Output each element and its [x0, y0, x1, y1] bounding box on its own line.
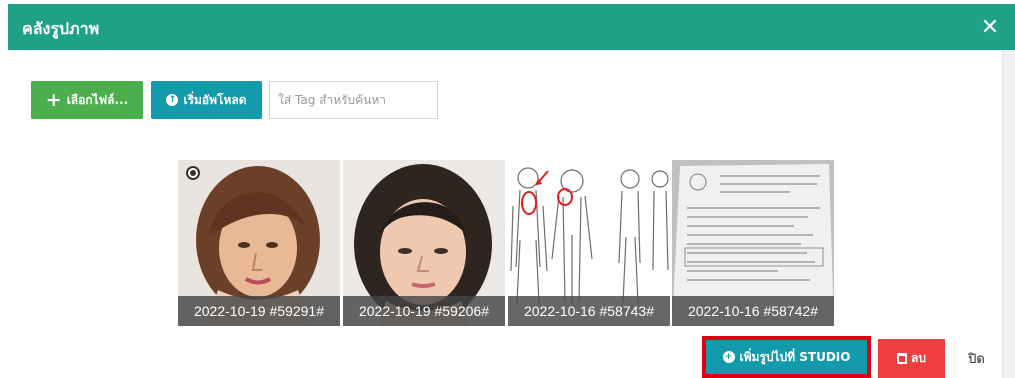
close-button[interactable]: ปิด	[954, 339, 998, 378]
thumbnail-caption: 2022-10-16 #58742#	[672, 296, 834, 326]
gallery-thumbnail[interactable]: 2022-10-16 #58742#	[672, 160, 834, 326]
add-to-studio-label: เพิ่มรูปไปที่ STUDIO	[739, 349, 851, 364]
modal-header: คลังรูปภาพ ✕	[8, 4, 1015, 50]
gallery-thumbnail[interactable]: 2022-10-19 #59291#	[178, 160, 340, 326]
close-icon[interactable]: ✕	[975, 12, 1005, 42]
add-circle-icon: +	[722, 351, 735, 363]
select-file-label: เลือกไฟล์...	[66, 92, 129, 107]
upload-icon: ↑	[166, 94, 179, 106]
start-upload-label: เริ่มอัพโหลด	[183, 92, 247, 107]
thumbnail-caption: 2022-10-19 #59206#	[343, 296, 505, 326]
add-to-studio-button[interactable]: + เพิ่มรูปไปที่ STUDIO	[702, 336, 871, 378]
select-file-button[interactable]: + เลือกไฟล์...	[31, 81, 143, 119]
start-upload-button[interactable]: ↑ เริ่มอัพโหลด	[151, 81, 262, 119]
gallery-thumbnail[interactable]: 2022-10-16 #58743#	[508, 160, 670, 326]
tag-search-input[interactable]	[269, 81, 438, 119]
delete-button[interactable]: ลบ	[878, 339, 945, 378]
selected-radio-icon[interactable]	[186, 166, 200, 180]
delete-label: ลบ	[911, 351, 926, 365]
gallery-thumbnail[interactable]: 2022-10-19 #59206#	[343, 160, 505, 326]
plus-icon: +	[45, 88, 62, 111]
thumbnail-caption: 2022-10-16 #58743#	[508, 296, 670, 326]
modal-title: คลังรูปภาพ	[22, 19, 100, 38]
trash-icon	[897, 353, 907, 364]
thumbnail-caption: 2022-10-19 #59291#	[178, 296, 340, 326]
scrollbar[interactable]	[1002, 50, 1015, 378]
